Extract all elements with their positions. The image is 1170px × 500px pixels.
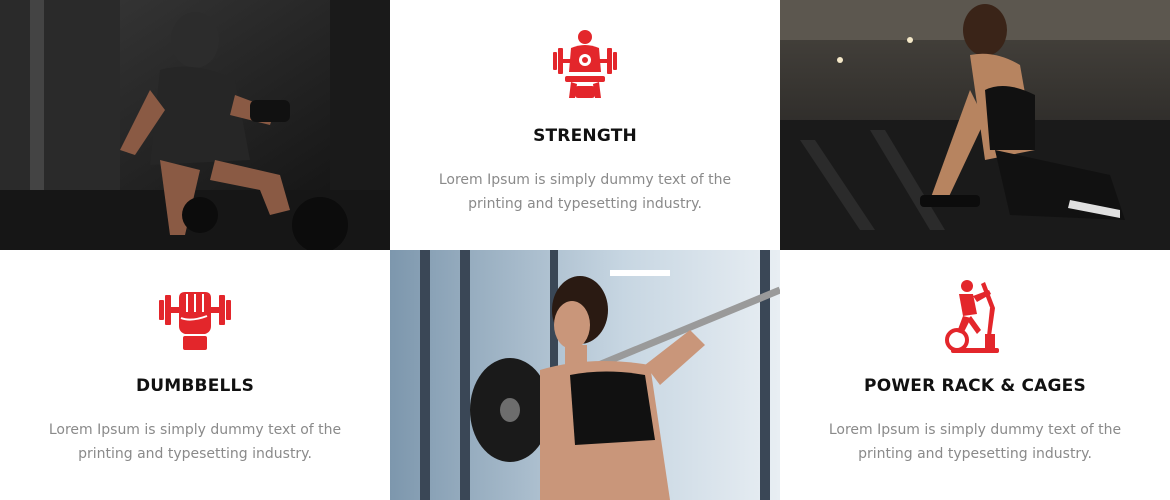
feature-power-rack: POWER RACK & CAGES Lorem Ipsum is simply…: [780, 250, 1170, 500]
features-grid: STRENGTH Lorem Ipsum is simply dummy tex…: [0, 0, 1170, 500]
feature-dumbbells: DUMBBELLS Lorem Ipsum is simply dummy te…: [0, 250, 390, 500]
weight-bench-icon: [553, 30, 617, 98]
feature-title: DUMBBELLS: [135, 376, 255, 396]
gym-photo-image: [0, 0, 390, 250]
feature-description: Lorem Ipsum is simply dummy text of the …: [48, 422, 342, 462]
photo-woman-exercise-bike: [780, 0, 1170, 250]
feature-title: POWER RACK & CAGES: [864, 376, 1086, 396]
photo-woman-barbell-squat: [390, 250, 780, 500]
photo-man-dumbbell-curl: [0, 0, 390, 250]
feature-strength: STRENGTH Lorem Ipsum is simply dummy tex…: [390, 0, 780, 250]
fist-dumbbell-icon: [159, 292, 231, 350]
gym-photo-image: [780, 0, 1170, 250]
elliptical-trainer-icon: [945, 280, 999, 353]
feature-title: STRENGTH: [533, 126, 637, 146]
feature-description: Lorem Ipsum is simply dummy text of the …: [828, 422, 1122, 462]
feature-description: Lorem Ipsum is simply dummy text of the …: [438, 172, 732, 212]
gym-photo-image: [390, 250, 780, 500]
